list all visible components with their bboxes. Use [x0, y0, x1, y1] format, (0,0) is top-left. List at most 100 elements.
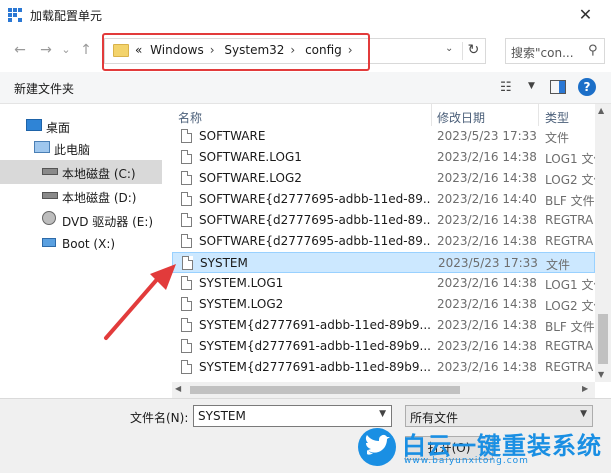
- recent-locations-button[interactable]: ⌄: [56, 40, 76, 60]
- file-row[interactable]: SYSTEM{d2777691-adbb-11ed-89b9... 2023/2/…: [172, 315, 595, 336]
- file-row[interactable]: SYSTEM.LOG1 2023/2/16 14:38 LOG1 文件: [172, 273, 595, 294]
- file-date: 2023/2/16 14:38: [437, 339, 537, 353]
- file-date: 2023/2/16 14:38: [437, 318, 537, 332]
- filename-input[interactable]: SYSTEM ▼: [193, 405, 392, 427]
- filename-value: SYSTEM: [198, 409, 246, 423]
- sidebar-item-label: 本地磁盘 (D:): [62, 191, 137, 205]
- file-type: LOG2 文件: [545, 173, 595, 187]
- sidebar-item-label: 本地磁盘 (C:): [62, 167, 136, 181]
- search-placeholder: 搜索"con...: [511, 46, 574, 60]
- file-type: REGTRA: [545, 213, 594, 227]
- file-icon: [181, 234, 192, 248]
- drive-icon: [42, 168, 58, 175]
- file-name: SOFTWARE: [199, 129, 266, 143]
- file-name: SYSTEM{d2777691-adbb-11ed-89b9...: [199, 360, 431, 374]
- file-type: BLF 文件: [545, 320, 595, 334]
- column-header-date[interactable]: 修改日期: [437, 109, 485, 126]
- scroll-up-icon[interactable]: ▲: [598, 106, 604, 115]
- command-bar: 新建文件夹 ☷ ▼ ?: [0, 72, 611, 104]
- address-dropdown-icon[interactable]: ⌄: [445, 43, 459, 54]
- view-options-icon[interactable]: ☷: [500, 80, 512, 95]
- up-button[interactable]: ↑: [76, 40, 96, 60]
- refresh-icon: ↻: [467, 42, 480, 58]
- preview-pane-icon[interactable]: [550, 80, 566, 94]
- file-type: LOG1 文件: [545, 152, 595, 166]
- file-row[interactable]: SYSTEM 2023/5/23 17:33 文件: [172, 252, 595, 273]
- file-icon: [181, 339, 192, 353]
- sidebar-item-label: DVD 驱动器 (E:): [62, 215, 154, 229]
- file-date: 2023/2/16 14:38: [437, 297, 537, 311]
- column-divider[interactable]: [538, 104, 539, 126]
- app-icon: [8, 8, 22, 22]
- scroll-right-icon[interactable]: ▶: [582, 384, 588, 393]
- help-icon[interactable]: ?: [578, 78, 596, 96]
- file-row[interactable]: SOFTWARE{d2777695-adbb-11ed-89... 2023/2/…: [172, 189, 595, 210]
- file-type-select[interactable]: 所有文件 ▼: [405, 405, 593, 427]
- drive-icon: [42, 192, 58, 199]
- file-row[interactable]: SYSTEM{d2777691-adbb-11ed-89b9... 2023/2/…: [172, 336, 595, 357]
- close-button[interactable]: ✕: [560, 0, 611, 30]
- sidebar-item-dvd-e[interactable]: DVD 驱动器 (E:): [0, 208, 162, 232]
- close-icon: ✕: [578, 5, 593, 24]
- file-type: LOG2 文件: [545, 299, 595, 313]
- search-input[interactable]: 搜索"con... ⚲: [505, 38, 605, 64]
- column-divider[interactable]: [431, 104, 432, 126]
- file-row[interactable]: SYSTEM.LOG2 2023/2/16 14:38 LOG2 文件: [172, 294, 595, 315]
- watermark-url: www.baiyunxitong.com: [404, 456, 529, 466]
- sort-ascending-icon: ^: [296, 104, 304, 110]
- chevron-down-icon[interactable]: ▼: [580, 409, 587, 419]
- file-name: SYSTEM: [200, 256, 248, 270]
- file-type: 文件: [545, 131, 570, 145]
- sidebar-item-drive-d[interactable]: 本地磁盘 (D:): [0, 184, 162, 208]
- desktop-icon: [26, 119, 42, 131]
- file-type: REGTRA: [545, 360, 594, 374]
- file-icon: [181, 318, 192, 332]
- file-name: SYSTEM.LOG2: [199, 297, 284, 311]
- file-name: SOFTWARE.LOG2: [199, 171, 302, 185]
- horizontal-scrollbar[interactable]: ◀ ▶: [172, 382, 595, 398]
- scrollbar-thumb[interactable]: [598, 314, 608, 364]
- file-name: SYSTEM{d2777691-adbb-11ed-89b9...: [199, 339, 431, 353]
- file-date: 2023/2/16 14:38: [437, 171, 537, 185]
- forward-button[interactable]: →: [36, 40, 56, 60]
- new-folder-button[interactable]: 新建文件夹: [14, 80, 74, 97]
- scroll-left-icon[interactable]: ◀: [175, 384, 181, 393]
- file-row[interactable]: SOFTWARE 2023/5/23 17:33 文件: [172, 126, 595, 147]
- filename-label: 文件名(N):: [130, 411, 189, 425]
- back-arrow-icon: ←: [14, 42, 26, 58]
- sidebar-item-desktop[interactable]: 桌面: [0, 114, 162, 138]
- watermark: 白云一键重装系统 www.baiyunxitong.com: [358, 426, 608, 470]
- vertical-scrollbar[interactable]: ▲ ▼: [595, 104, 611, 382]
- up-arrow-icon: ↑: [80, 42, 92, 58]
- file-row[interactable]: SOFTWARE.LOG2 2023/2/16 14:38 LOG2 文件: [172, 168, 595, 189]
- file-type-value: 所有文件: [410, 411, 459, 425]
- file-name: SOFTWARE.LOG1: [199, 150, 302, 164]
- back-button[interactable]: ←: [10, 40, 30, 60]
- file-row[interactable]: SOFTWARE{d2777695-adbb-11ed-89... 2023/2/…: [172, 210, 595, 231]
- file-row[interactable]: SOFTWARE{d2777695-adbb-11ed-89... 2023/2/…: [172, 231, 595, 252]
- scroll-down-icon[interactable]: ▼: [598, 370, 604, 379]
- file-icon: [181, 171, 192, 185]
- navigation-pane: 桌面 此电脑 本地磁盘 (C:) 本地磁盘 (D:) DVD 驱动器 (E:) …: [0, 104, 162, 394]
- sidebar-item-boot-x[interactable]: Boot (X:): [0, 232, 162, 256]
- file-row[interactable]: SOFTWARE.LOG1 2023/2/16 14:38 LOG1 文件: [172, 147, 595, 168]
- file-type: LOG1 文件: [545, 278, 595, 292]
- sidebar-item-this-pc[interactable]: 此电脑: [0, 136, 162, 160]
- title-bar: 加载配置单元 ✕: [0, 0, 611, 30]
- file-row[interactable]: SYSTEM{d2777691-adbb-11ed-89b9... 2023/2/…: [172, 357, 595, 378]
- sidebar-item-drive-c[interactable]: 本地磁盘 (C:): [0, 160, 162, 184]
- file-icon: [181, 276, 192, 290]
- column-header-type[interactable]: 类型: [545, 109, 569, 126]
- twitter-bird-logo-icon: [358, 428, 396, 466]
- file-date: 2023/2/16 14:38: [437, 213, 537, 227]
- file-icon: [181, 192, 192, 206]
- chevron-down-icon[interactable]: ▼: [528, 81, 535, 91]
- column-header-name[interactable]: 名称: [178, 109, 202, 126]
- chevron-down-icon[interactable]: ▼: [379, 409, 386, 419]
- refresh-button[interactable]: ↻: [462, 42, 484, 60]
- scrollbar-thumb[interactable]: [190, 386, 460, 394]
- sidebar-item-label: 此电脑: [54, 143, 91, 157]
- file-type: REGTRA: [545, 339, 594, 353]
- file-date: 2023/5/23 17:33: [438, 256, 538, 270]
- forward-arrow-icon: →: [40, 42, 52, 58]
